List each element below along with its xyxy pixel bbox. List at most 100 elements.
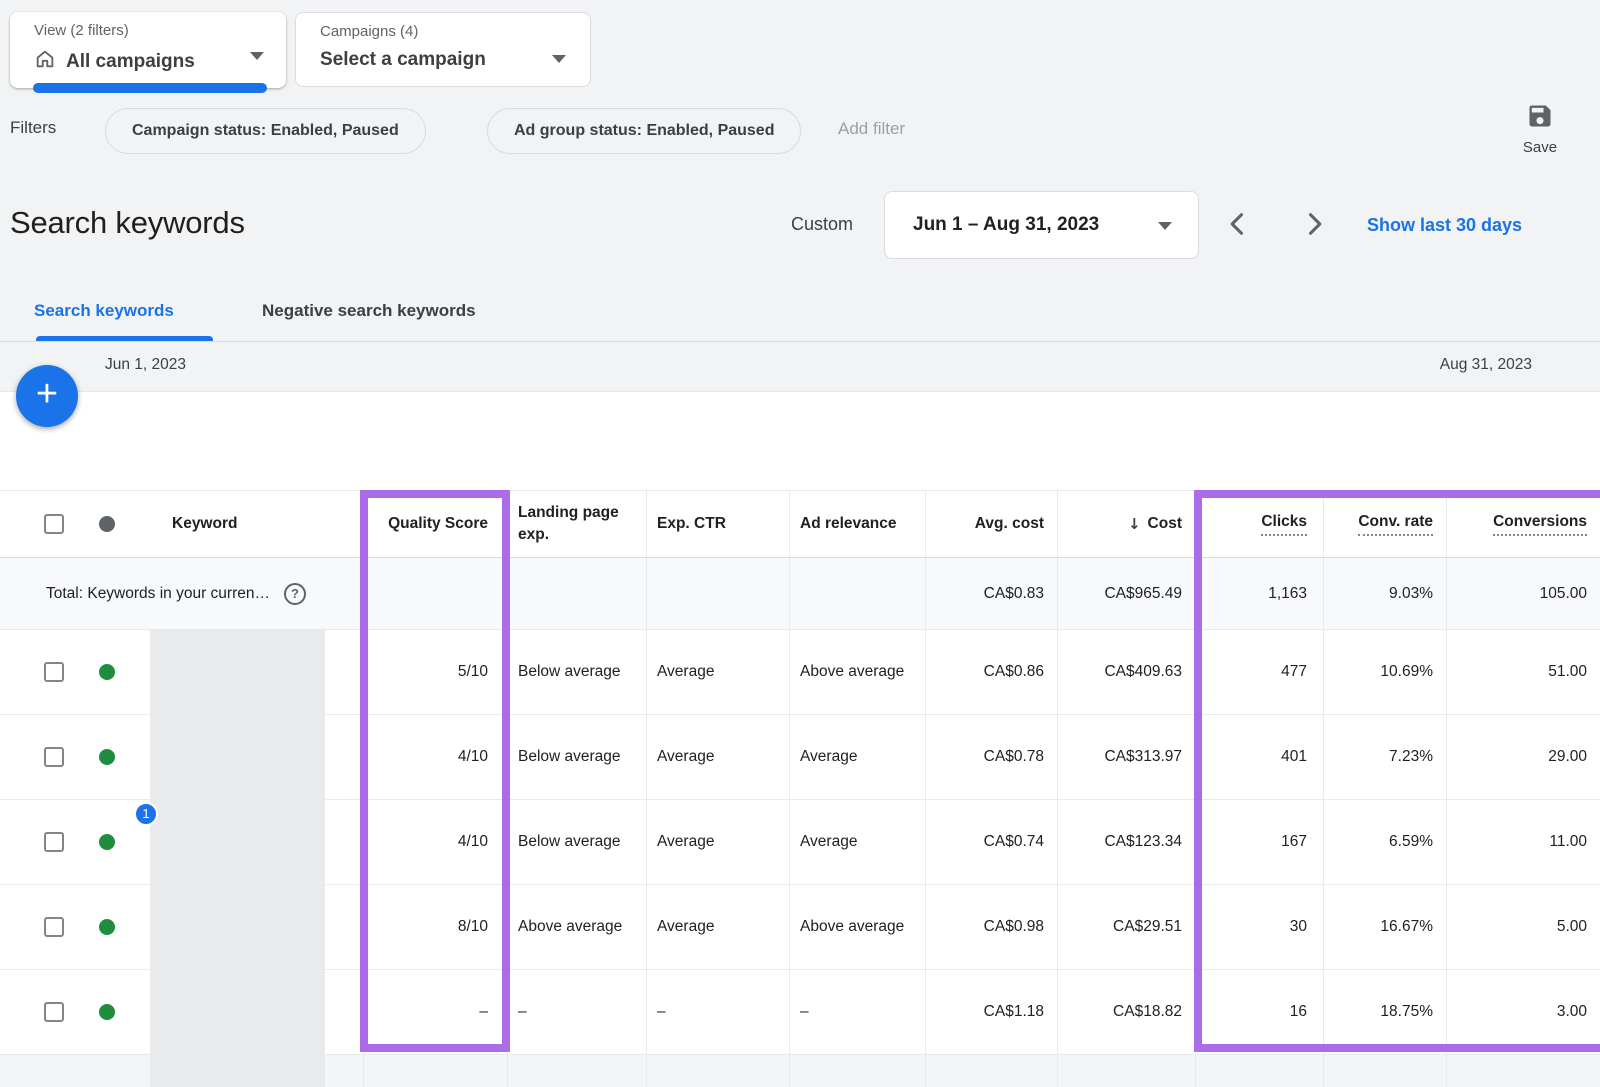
tab-search-keywords[interactable]: Search keywords bbox=[34, 301, 174, 321]
cell-avg-cost: CA$0.74 bbox=[926, 800, 1058, 884]
total-quality-score bbox=[363, 558, 508, 629]
row-checkbox[interactable] bbox=[44, 1002, 64, 1022]
filter-chip-campaign-status[interactable]: Campaign status: Enabled, Paused bbox=[105, 108, 426, 154]
add-keyword-button[interactable]: + bbox=[16, 365, 78, 427]
cell-cost: CA$29.51 bbox=[1058, 885, 1196, 969]
total-clicks: 1,163 bbox=[1196, 558, 1324, 629]
row-checkbox[interactable] bbox=[44, 747, 64, 767]
cell-clicks: 167 bbox=[1196, 800, 1324, 884]
cell-clicks: 16 bbox=[1196, 970, 1324, 1054]
save-button[interactable]: Save bbox=[1505, 102, 1575, 156]
row-checkbox-cell[interactable] bbox=[0, 885, 80, 969]
page-title: Search keywords bbox=[10, 205, 245, 241]
timeline-start-date: Jun 1, 2023 bbox=[105, 356, 186, 374]
campaign-selector[interactable]: Campaigns (4) Select a campaign bbox=[295, 12, 591, 87]
total-ad-relevance bbox=[790, 558, 926, 629]
header-clicks[interactable]: Clicks bbox=[1196, 491, 1324, 557]
table-header-row: Keyword Quality Score Landing page exp. … bbox=[0, 490, 1600, 558]
row-checkbox[interactable] bbox=[44, 917, 64, 937]
header-avg-cost[interactable]: Avg. cost bbox=[926, 491, 1058, 557]
header-quality-score[interactable]: Quality Score bbox=[363, 491, 508, 557]
header-exp-ctr[interactable]: Exp. CTR bbox=[647, 491, 790, 557]
cell-quality-score: 4/10 bbox=[363, 800, 508, 884]
cell-exp-ctr: – bbox=[647, 970, 790, 1054]
header-landing-page-exp[interactable]: Landing page exp. bbox=[508, 491, 647, 557]
next-period-button[interactable] bbox=[1300, 210, 1328, 238]
enabled-status-dot[interactable] bbox=[99, 664, 115, 680]
chevron-down-icon bbox=[250, 52, 264, 60]
cell-exp-ctr: Average bbox=[647, 885, 790, 969]
cell-quality-score: 8/10 bbox=[363, 885, 508, 969]
cell-exp-ctr: Average bbox=[647, 715, 790, 799]
cell-clicks: 477 bbox=[1196, 630, 1324, 714]
cell-quality-score: 4/10 bbox=[363, 715, 508, 799]
row-checkbox-cell[interactable] bbox=[0, 800, 80, 884]
total-row: Total: Keywords in your curren… ? CA$0.8… bbox=[0, 558, 1600, 630]
help-icon[interactable]: ? bbox=[284, 583, 306, 605]
table-toolbar: 1 Keyword status: Enabled, Paused Add fi… bbox=[0, 392, 1600, 490]
cell-landing-page: Below average bbox=[508, 800, 647, 884]
total-label: Total: Keywords in your curren… ? bbox=[0, 558, 363, 629]
row-status-cell[interactable] bbox=[80, 715, 150, 799]
cell-cost: CA$313.97 bbox=[1058, 715, 1196, 799]
select-all-checkbox[interactable] bbox=[44, 514, 64, 534]
previous-period-button[interactable] bbox=[1224, 210, 1252, 238]
cell-conv-rate: 6.59% bbox=[1324, 800, 1447, 884]
header-cost[interactable]: ↓ Cost bbox=[1058, 491, 1196, 557]
row-checkbox-cell[interactable] bbox=[0, 630, 80, 714]
chevron-down-icon bbox=[552, 55, 566, 63]
row-status-cell[interactable] bbox=[80, 885, 150, 969]
add-filter-link[interactable]: Add filter bbox=[838, 119, 905, 139]
row-checkbox-cell[interactable] bbox=[0, 715, 80, 799]
view-selector[interactable]: View (2 filters) All campaigns bbox=[10, 12, 286, 88]
cell-landing-page: Above average bbox=[508, 885, 647, 969]
header-conv-rate[interactable]: Conv. rate bbox=[1324, 491, 1447, 557]
row-status-cell[interactable] bbox=[80, 630, 150, 714]
cell-conversions: 51.00 bbox=[1447, 630, 1600, 714]
select-all-checkbox-cell[interactable] bbox=[0, 491, 80, 557]
cell-ad-relevance: Above average bbox=[790, 630, 926, 714]
date-mode-label: Custom bbox=[791, 214, 853, 235]
cell-landing-page: Below average bbox=[508, 715, 647, 799]
cell-cost: CA$123.34 bbox=[1058, 800, 1196, 884]
filter-chip-ad-group-status[interactable]: Ad group status: Enabled, Paused bbox=[487, 108, 801, 154]
total-avg-cost: CA$0.83 bbox=[926, 558, 1058, 629]
total-conv-rate: 9.03% bbox=[1324, 558, 1447, 629]
row-checkbox[interactable] bbox=[44, 832, 64, 852]
cell-conv-rate: 7.23% bbox=[1324, 715, 1447, 799]
google-ads-search-keywords-page: { "view_selector": { "label": "View (2 f… bbox=[0, 0, 1600, 1087]
chevron-down-icon bbox=[1158, 222, 1172, 230]
header-ad-relevance[interactable]: Ad relevance bbox=[790, 491, 926, 557]
cell-clicks: 30 bbox=[1196, 885, 1324, 969]
cell-exp-ctr: Average bbox=[647, 800, 790, 884]
cell-quality-score: – bbox=[363, 970, 508, 1054]
tab-negative-search-keywords[interactable]: Negative search keywords bbox=[262, 301, 476, 321]
row-checkbox-cell[interactable] bbox=[0, 970, 80, 1054]
cell-conversions: 3.00 bbox=[1447, 970, 1600, 1054]
active-view-indicator bbox=[33, 83, 267, 93]
header-keyword[interactable]: Keyword bbox=[150, 491, 363, 557]
row-status-cell[interactable] bbox=[80, 970, 150, 1054]
status-header-cell[interactable] bbox=[80, 491, 150, 557]
header-conversions[interactable]: Conversions bbox=[1447, 491, 1600, 557]
row-checkbox[interactable] bbox=[44, 662, 64, 682]
cell-exp-ctr: Average bbox=[647, 630, 790, 714]
top-section: View (2 filters) All campaigns Campaigns… bbox=[0, 0, 1600, 392]
show-last-30-days-link[interactable]: Show last 30 days bbox=[1367, 215, 1522, 236]
total-landing-page bbox=[508, 558, 647, 629]
enabled-status-dot[interactable] bbox=[99, 919, 115, 935]
campaign-selector-label: Campaigns (4) bbox=[320, 23, 418, 40]
save-icon bbox=[1526, 117, 1554, 134]
cell-cost: CA$409.63 bbox=[1058, 630, 1196, 714]
status-filter-dot[interactable] bbox=[99, 516, 115, 532]
date-range-picker[interactable]: Jun 1 – Aug 31, 2023 bbox=[884, 191, 1199, 259]
cell-avg-cost: CA$0.78 bbox=[926, 715, 1058, 799]
enabled-status-dot[interactable] bbox=[99, 1004, 115, 1020]
enabled-status-dot[interactable] bbox=[99, 749, 115, 765]
save-label: Save bbox=[1505, 139, 1575, 156]
enabled-status-dot[interactable] bbox=[99, 834, 115, 850]
cell-conversions: 29.00 bbox=[1447, 715, 1600, 799]
cell-conv-rate: 10.69% bbox=[1324, 630, 1447, 714]
sort-descending-icon: ↓ bbox=[1128, 515, 1141, 533]
view-selector-value: All campaigns bbox=[34, 48, 195, 76]
